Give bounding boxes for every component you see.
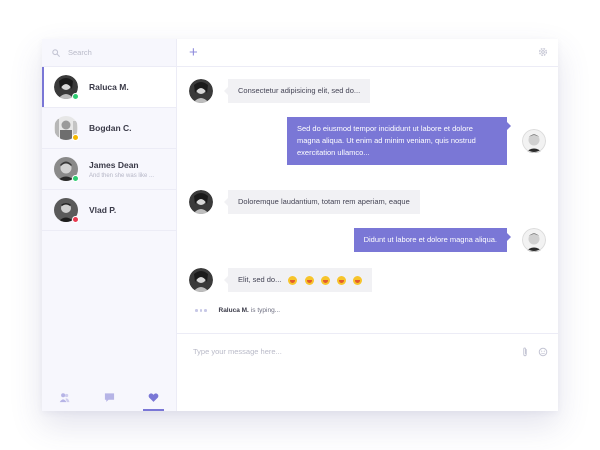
tab-favorites[interactable] [131, 383, 176, 411]
search-input[interactable]: Search [68, 48, 92, 57]
avatar [54, 116, 79, 141]
avatar [54, 75, 79, 100]
message-incoming: Consectetur adipisicing elit, sed do... [189, 79, 371, 103]
laughing-emoji-icon [352, 275, 362, 285]
chat-bubble-icon [104, 392, 114, 402]
contact-name: Raluca M. [89, 82, 129, 92]
typing-name: Raluca M. [218, 307, 249, 314]
contact-name: Vlad P. [89, 205, 117, 215]
message-composer [177, 333, 558, 369]
search-bar[interactable]: Search [42, 39, 176, 67]
message-incoming: Doloremque laudantium, totam rem aperiam… [189, 190, 420, 214]
avatar [189, 268, 213, 292]
laughing-emoji-icon [288, 275, 298, 285]
contact-bogdan[interactable]: Bogdan C. [42, 108, 176, 149]
typing-dots-icon [195, 309, 207, 312]
message-bubble: Sed do eiusmod tempor incididunt ut labo… [287, 117, 511, 165]
contacts-icon [59, 392, 70, 402]
away-status-dot [72, 134, 79, 141]
typing-text: is typing... [250, 307, 281, 314]
chat-header: + [177, 39, 558, 67]
message-input[interactable] [193, 347, 520, 356]
message-outgoing: Didunt ut labore et dolore magna aliqua. [353, 228, 546, 252]
laughing-emoji-icon [304, 275, 314, 285]
gear-icon [539, 47, 547, 56]
typing-indicator: Raluca M. is typing... [195, 307, 280, 314]
message-bubble: Didunt ut labore et dolore magna aliqua. [353, 228, 512, 252]
message-text: Elit, sed do... [238, 275, 282, 284]
contact-name: Bogdan C. [89, 123, 132, 133]
heart-icon [148, 392, 159, 402]
avatar [54, 157, 79, 182]
avatar [189, 190, 213, 214]
avatar [54, 198, 79, 223]
contact-james-dean[interactable]: James Dean And then she was like ... [42, 149, 176, 190]
message-outgoing: Sed do eiusmod tempor incididunt ut labo… [287, 117, 546, 165]
message-incoming: Elit, sed do... [189, 268, 372, 292]
sidebar: Search Raluca M. Bogdan C. James Dean An… [42, 39, 177, 411]
contact-vlad[interactable]: Vlad P. [42, 190, 176, 231]
laughing-emoji-icon [320, 275, 330, 285]
message-preview: And then she was like ... [89, 172, 155, 179]
contact-name: James Dean [89, 159, 139, 170]
chat-app: Search Raluca M. Bogdan C. James Dean An… [42, 39, 558, 411]
online-status-dot [72, 175, 79, 182]
avatar [522, 129, 546, 153]
plus-icon[interactable]: + [189, 45, 198, 60]
busy-status-dot [72, 216, 79, 223]
chat-panel: + Consectetur adipisicing elit, sed do..… [177, 39, 558, 411]
message-bubble: Elit, sed do... [224, 268, 372, 292]
contact-raluca[interactable]: Raluca M. [42, 67, 176, 108]
emoji-icon[interactable] [538, 347, 548, 357]
sidebar-tabs [42, 383, 176, 411]
avatar [189, 79, 213, 103]
tab-chats[interactable] [87, 383, 132, 411]
search-icon [52, 48, 60, 57]
message-bubble: Doloremque laudantium, totam rem aperiam… [224, 190, 420, 214]
laughing-emoji-icon [336, 275, 346, 285]
avatar [522, 228, 546, 252]
settings-button[interactable] [538, 44, 548, 62]
message-bubble: Consectetur adipisicing elit, sed do... [223, 79, 371, 103]
tab-contacts[interactable] [42, 383, 87, 411]
paperclip-icon[interactable] [520, 347, 530, 357]
online-status-dot [72, 93, 79, 100]
